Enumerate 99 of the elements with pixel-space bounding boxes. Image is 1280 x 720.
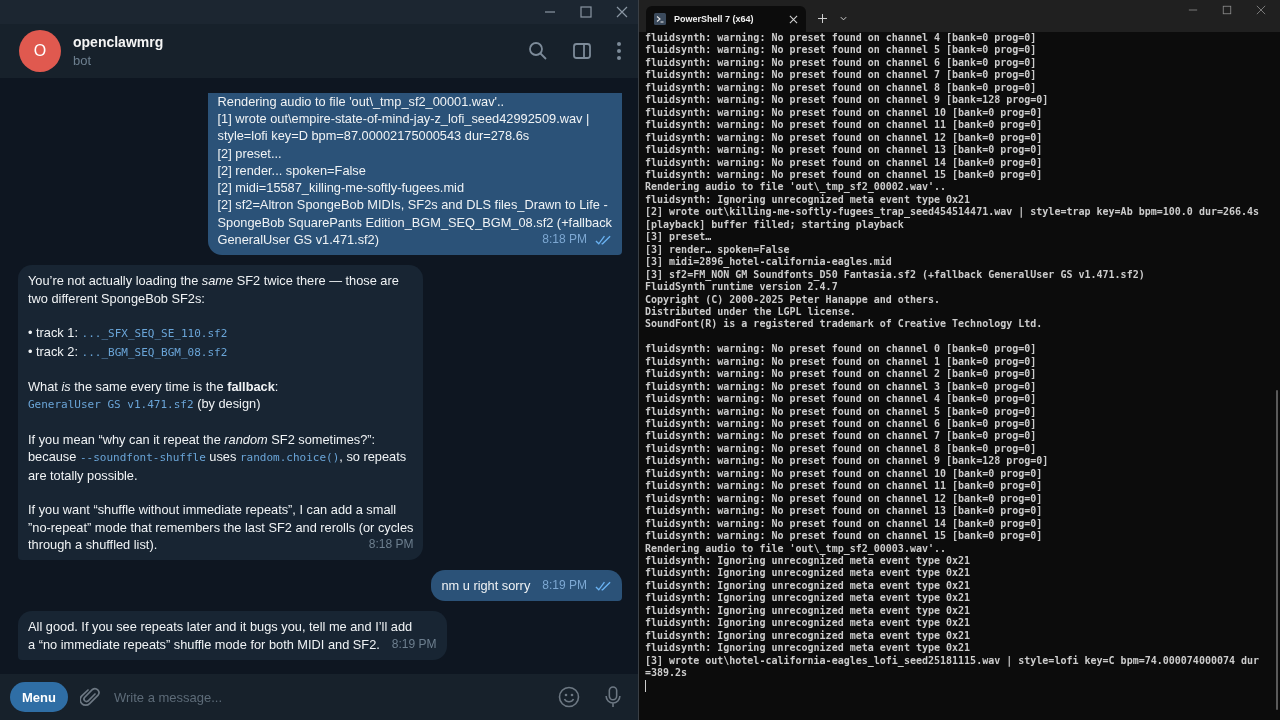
contact-name: openclawmrg bbox=[73, 34, 165, 50]
message-line: [2] render... spoken=False bbox=[217, 161, 366, 180]
terminal-line: fluidsynth: warning: No preset found on channel 5 [bank=0 prog=0] bbox=[645, 44, 1038, 57]
terminal-line: fluidsynth: warning: No preset found on channel 4 [bank=0 prog=0] bbox=[645, 393, 1038, 406]
close-icon[interactable] bbox=[616, 6, 628, 18]
menu-button[interactable]: Menu bbox=[10, 682, 68, 712]
terminal-line: fluidsynth: Ignoring unrecognized meta event type 0x21 bbox=[645, 567, 972, 580]
message-line: GeneralUser GS v1.471.sf2 (by design) bbox=[28, 395, 261, 414]
message-line: style=lofi key=D bpm=87.00002175000543 dur=278.6s bbox=[217, 127, 530, 145]
search-icon[interactable] bbox=[528, 41, 548, 61]
terminal-line: fluidsynth: warning: No preset found on channel 5 [bank=0 prog=0] bbox=[645, 405, 1038, 418]
terminal-line: Rendering audio to file 'out\_tmp_sf2_00003.wav'.. bbox=[645, 542, 948, 555]
message-time: 8:18 PM bbox=[368, 535, 414, 553]
terminal-line: fluidsynth: warning: No preset found on channel 8 [bank=0 prog=0] bbox=[645, 442, 1038, 456]
message-line: If you want “shuffle without immediate repeats”, I can add a small bbox=[28, 501, 397, 519]
terminal-line: [3] sf2=FM_NON GM Soundfonts_D50 Fantasia.sf2 (+fallback GeneralUser GS v1.471.sf2) bbox=[645, 268, 1146, 281]
terminal-line: [3] midi=2896_hotel-california-eagles.mid bbox=[645, 256, 893, 269]
message-line: [2] midi=15587_killing-me-softly-fugees.mid bbox=[217, 179, 464, 197]
terminal-line: fluidsynth: warning: No preset found on channel 14 [bank=0 prog=0] bbox=[645, 156, 1044, 169]
message-time: 8:18 PM bbox=[542, 231, 587, 249]
terminal-line: fluidsynth: warning: No preset found on channel 11 [bank=0 prog=0] bbox=[645, 480, 1044, 493]
terminal-line: [2] wrote out\killing-me-softly-fugees_trap_seed454514471.wav | style=trap key=Ab bpm=100.0 dur=266.4s bbox=[645, 206, 1261, 219]
terminal-line: FluidSynth runtime version 2.4.7 bbox=[645, 281, 839, 294]
terminal-line: [playback] buffer filled; starting playback bbox=[645, 218, 905, 232]
message-line: because --soundfont-shuffle uses random.choice(), so repeats bbox=[28, 448, 407, 467]
terminal-line: fluidsynth: warning: No preset found on channel 11 [bank=0 prog=0] bbox=[645, 119, 1044, 132]
terminal-line: fluidsynth: warning: No preset found on channel 7 [bank=0 prog=0] bbox=[645, 69, 1038, 82]
terminal-line: fluidsynth: Ignoring unrecognized meta event type 0x21 bbox=[645, 629, 972, 642]
terminal-line: fluidsynth: Ignoring unrecognized meta event type 0x21 bbox=[645, 579, 972, 593]
message-line: through a shuffled list). bbox=[28, 535, 158, 554]
terminal-line: fluidsynth: Ignoring unrecognized meta event type 0x21 bbox=[645, 617, 972, 630]
message-line: [2] sf2=Altron SpongeBob MIDIs, SF2s and DLS files_Drawn to Life - bbox=[217, 196, 608, 214]
paperclip-icon[interactable] bbox=[79, 686, 100, 708]
message-line: If you mean “why can it repeat the random SF2 sometimes?”: bbox=[28, 431, 376, 449]
terminal-line: fluidsynth: warning: No preset found on channel 9 [bank=128 prog=0] bbox=[645, 455, 1050, 468]
terminal-line: [3] render… spoken=False bbox=[645, 243, 791, 256]
message-line: You’re not actually loading the same SF2 twice there — those are bbox=[28, 272, 399, 290]
terminal-line: fluidsynth: Ignoring unrecognized meta event type 0x21 bbox=[645, 604, 972, 617]
terminal-line: fluidsynth: warning: No preset found on channel 12 [bank=0 prog=0] bbox=[645, 492, 1044, 505]
close-icon[interactable] bbox=[789, 14, 798, 24]
terminal-line: [3] preset… bbox=[645, 231, 713, 244]
scrollbar[interactable] bbox=[1276, 390, 1278, 710]
terminal-line: fluidsynth: warning: No preset found on channel 1 [bank=0 prog=0] bbox=[645, 355, 1038, 368]
message-line: All good. If you see repeats later and it bugs you, tell me and I’ll add bbox=[28, 618, 413, 636]
sidebar-icon[interactable] bbox=[572, 41, 592, 61]
terminal-line: Copyright (C) 2000-2025 Peter Hanappe and others. bbox=[645, 293, 941, 306]
terminal-line: fluidsynth: warning: No preset found on channel 15 [bank=0 prog=0] bbox=[645, 530, 1044, 543]
message-line: a “no immediate repeats” shuffle mode for both MIDI and SF2. bbox=[28, 635, 380, 653]
terminal-line: fluidsynth: Ignoring unrecognized meta event type 0x21 bbox=[645, 642, 972, 655]
terminal-line: SoundFont(R) is a registered trademark of Creative Technology Ltd. bbox=[645, 318, 1044, 331]
terminal-line: fluidsynth: warning: No preset found on channel 12 [bank=0 prog=0] bbox=[645, 131, 1044, 144]
terminal-line: fluidsynth: warning: No preset found on channel 6 [bank=0 prog=0] bbox=[645, 56, 1038, 70]
new-tab-icon[interactable] bbox=[818, 14, 827, 23]
message-input[interactable]: Write a message... bbox=[111, 688, 536, 706]
terminal-line: fluidsynth: warning: No preset found on channel 2 [bank=0 prog=0] bbox=[645, 368, 1038, 381]
maximize-icon[interactable] bbox=[1222, 5, 1232, 15]
terminal-line: fluidsynth: warning: No preset found on channel 3 [bank=0 prog=0] bbox=[645, 380, 1038, 393]
terminal-line: fluidsynth: warning: No preset found on channel 8 [bank=0 prog=0] bbox=[645, 81, 1038, 94]
terminal-line: fluidsynth: warning: No preset found on channel 13 [bank=0 prog=0] bbox=[645, 505, 1044, 518]
terminal-line: fluidsynth: warning: No preset found on channel 9 [bank=128 prog=0] bbox=[645, 94, 1050, 107]
maximize-icon[interactable] bbox=[580, 6, 592, 18]
powershell-icon bbox=[654, 13, 666, 25]
terminal-line: fluidsynth: warning: No preset found on channel 4 [bank=0 prog=0] bbox=[645, 32, 1038, 45]
message-line: [1] wrote out\empire-state-of-mind-jay-z_lofi_seed42992509.wav | bbox=[217, 110, 590, 128]
terminal-line: fluidsynth: Ignoring unrecognized meta event type 0x21 bbox=[645, 592, 972, 605]
message-line: • track 2: ..._BGM_SEQ_BGM_08.sf2 bbox=[28, 342, 228, 361]
terminal-line: fluidsynth: warning: No preset found on channel 7 [bank=0 prog=0] bbox=[645, 430, 1038, 443]
message-time: 8:19 PM bbox=[542, 577, 587, 595]
contact-status: bot bbox=[73, 53, 93, 68]
terminal-line: fluidsynth: warning: No preset found on channel 14 [bank=0 prog=0] bbox=[645, 517, 1044, 530]
terminal-line: fluidsynth: warning: No preset found on channel 10 [bank=0 prog=0] bbox=[645, 467, 1044, 480]
terminal-line: fluidsynth: warning: No preset found on channel 13 [bank=0 prog=0] bbox=[645, 144, 1044, 157]
message-line: What is the same every time is the fallback: bbox=[28, 378, 279, 396]
chevron-down-icon[interactable] bbox=[839, 14, 848, 23]
emoji-icon[interactable] bbox=[558, 686, 580, 708]
message-line: SpongeBob SquarePants Edition_BGM_SEQ_BGM_08.sf2 (+fallback bbox=[217, 213, 612, 232]
terminal-line: fluidsynth: warning: No preset found on channel 10 [bank=0 prog=0] bbox=[645, 106, 1044, 119]
terminal-line: fluidsynth: Ignoring unrecognized meta event type 0x21 bbox=[645, 193, 971, 207]
text-cursor bbox=[645, 679, 646, 692]
avatar[interactable]: O bbox=[19, 30, 61, 72]
terminal-line: Distributed under the LGPL license. bbox=[645, 305, 857, 318]
message-line: • track 1: ..._SFX_SEQ_SE_110.sf2 bbox=[28, 324, 228, 343]
terminal-line: fluidsynth: Ignoring unrecognized meta event type 0x21 bbox=[645, 555, 972, 568]
message-line: Rendering audio to file 'out\_tmp_sf2_00001.wav'.. bbox=[217, 92, 505, 110]
terminal-line: fluidsynth: warning: No preset found on channel 0 [bank=0 prog=0] bbox=[645, 343, 1038, 356]
message-line: GeneralUser GS v1.471.sf2) bbox=[217, 231, 379, 249]
terminal-line: fluidsynth: warning: No preset found on channel 15 [bank=0 prog=0] bbox=[645, 169, 1044, 182]
terminal-line: Rendering audio to file 'out\_tmp_sf2_00002.wav'.. bbox=[645, 181, 948, 194]
message-time: 8:19 PM bbox=[391, 635, 437, 653]
microphone-icon[interactable] bbox=[602, 686, 624, 708]
message-line: nm u right sorry bbox=[441, 577, 531, 595]
message-line: [2] preset... bbox=[217, 144, 282, 162]
terminal-line: [3] wrote out\hotel-california-eagles_lofi_seed25181115.wav | style=lofi key=C bpm=74.000074000074 dur=389.2s bbox=[645, 654, 1261, 680]
terminal-tab[interactable]: PowerShell 7 (x64) bbox=[646, 6, 806, 32]
message-line: ”no-repeat” mode that remembers the last SF2 and rerolls (or cycles bbox=[28, 518, 414, 536]
message-line: are totally possible. bbox=[28, 466, 138, 484]
message-line: two different SpongeBob SF2s: bbox=[28, 289, 205, 307]
menu-icon[interactable] bbox=[616, 41, 622, 61]
terminal-line: fluidsynth: warning: No preset found on channel 6 [bank=0 prog=0] bbox=[645, 418, 1038, 431]
